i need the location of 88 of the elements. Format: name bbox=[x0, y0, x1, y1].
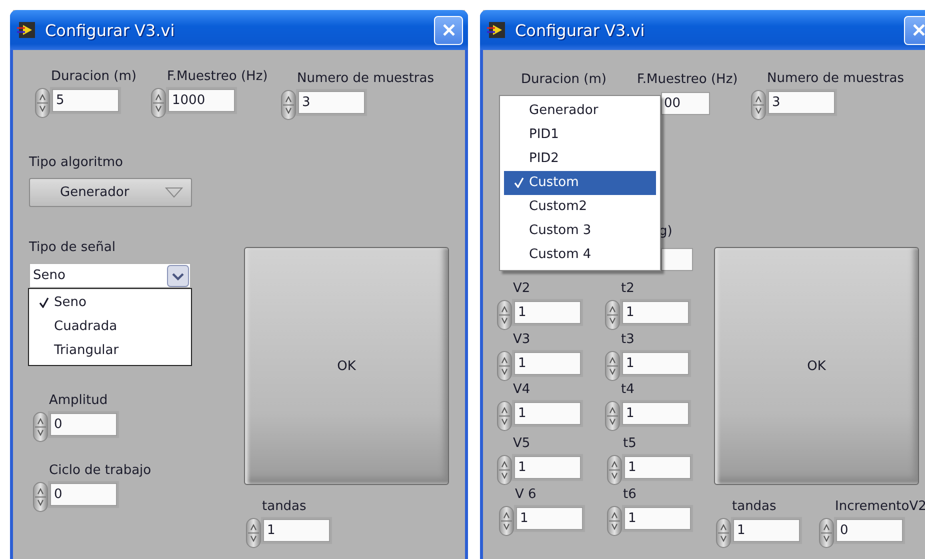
field-label: Tipo algoritmo bbox=[29, 155, 123, 171]
numeric-field[interactable]: 0 bbox=[50, 483, 117, 506]
menu-item[interactable]: Triangular bbox=[29, 339, 191, 363]
field-label: t2 bbox=[621, 281, 634, 297]
field-label: F.Muestreo (Hz) bbox=[637, 72, 738, 88]
close-icon bbox=[440, 22, 456, 38]
menu-item[interactable]: Custom 3 bbox=[504, 219, 656, 243]
field-label: Duracion (m) bbox=[51, 69, 136, 85]
field-label: Ciclo de trabajo bbox=[49, 463, 152, 479]
menu-item[interactable]: PID1 bbox=[504, 123, 656, 147]
spinner-icon[interactable] bbox=[281, 90, 296, 120]
field-label: V3 bbox=[513, 332, 530, 348]
numeric-field[interactable]: 3 bbox=[298, 91, 365, 114]
field-label: V 6 bbox=[515, 487, 536, 503]
field-label: t3 bbox=[621, 332, 634, 348]
spinner-icon[interactable] bbox=[497, 401, 512, 431]
menu-item[interactable]: Seno bbox=[29, 291, 191, 315]
field-label: V5 bbox=[513, 436, 530, 452]
spinner-icon[interactable] bbox=[497, 351, 512, 381]
spinner-icon[interactable] bbox=[605, 401, 620, 431]
field-label: Amplitud bbox=[49, 393, 108, 409]
spinner-icon[interactable] bbox=[607, 455, 622, 485]
spinner-icon[interactable] bbox=[605, 351, 620, 381]
spinner-icon[interactable] bbox=[716, 518, 731, 548]
field-label: t5 bbox=[623, 436, 636, 452]
numeric-field[interactable]: 1 bbox=[514, 352, 581, 375]
vi-icon bbox=[17, 21, 37, 39]
window-title: Configurar V3.vi bbox=[515, 20, 646, 40]
close-icon bbox=[910, 22, 925, 38]
numeric-field[interactable]: 1 bbox=[516, 507, 583, 530]
menu-item[interactable]: Custom bbox=[504, 171, 656, 195]
spinner-icon[interactable] bbox=[246, 518, 261, 548]
field-label: Duracion (m) bbox=[521, 72, 606, 88]
ok-button[interactable]: OK bbox=[714, 247, 919, 485]
numeric-field[interactable]: 5 bbox=[52, 89, 119, 112]
numeric-field[interactable]: 0 bbox=[50, 413, 117, 436]
numeric-field[interactable]: 0 bbox=[836, 519, 903, 542]
field-label: t4 bbox=[621, 382, 634, 398]
numeric-field[interactable]: 1 bbox=[514, 456, 581, 479]
ring-dropdown[interactable]: Generador bbox=[29, 178, 192, 207]
spinner-icon[interactable] bbox=[35, 88, 50, 118]
ok-button[interactable]: OK bbox=[244, 247, 449, 485]
field-label: Numero de muestras bbox=[297, 71, 434, 87]
menu-item[interactable]: Custom2 bbox=[504, 195, 656, 219]
menu-item[interactable]: PID2 bbox=[504, 147, 656, 171]
field-label: F.Muestreo (Hz) bbox=[167, 69, 268, 85]
numeric-field[interactable] bbox=[661, 248, 693, 271]
numeric-field[interactable]: 1 bbox=[622, 301, 689, 324]
spinner-icon[interactable] bbox=[607, 506, 622, 536]
field-label: Numero de muestras bbox=[767, 71, 904, 87]
field-label: Tipo de señal bbox=[29, 240, 116, 256]
spinner-icon[interactable] bbox=[605, 300, 620, 330]
menu-item[interactable]: Cuadrada bbox=[29, 315, 191, 339]
spinner-icon[interactable] bbox=[33, 482, 48, 512]
triangle-icon bbox=[165, 187, 183, 198]
spinner-icon[interactable] bbox=[151, 88, 166, 118]
window-title: Configurar V3.vi bbox=[45, 20, 176, 40]
field-label: t6 bbox=[623, 487, 636, 503]
menu-item[interactable]: Custom 4 bbox=[504, 243, 656, 267]
combo-box[interactable]: Seno bbox=[29, 263, 191, 288]
field-label: tandas bbox=[262, 499, 306, 515]
field-label: tandas bbox=[732, 499, 776, 515]
field-label: V4 bbox=[513, 382, 530, 398]
numeric-field[interactable]: 1 bbox=[622, 402, 689, 425]
numeric-field[interactable]: 1 bbox=[624, 507, 691, 530]
numeric-field[interactable]: 00 bbox=[661, 92, 710, 115]
close-button[interactable] bbox=[434, 16, 463, 44]
dropdown-icon[interactable] bbox=[167, 264, 189, 286]
spinner-icon[interactable] bbox=[33, 412, 48, 442]
field-label: IncrementoV2 bbox=[835, 499, 925, 515]
spinner-icon[interactable] bbox=[751, 90, 766, 120]
numeric-field[interactable]: 3 bbox=[768, 91, 835, 114]
spinner-icon[interactable] bbox=[499, 506, 514, 536]
vi-icon bbox=[487, 21, 507, 39]
spinner-icon[interactable] bbox=[497, 300, 512, 330]
numeric-field[interactable]: 1000 bbox=[168, 89, 235, 112]
close-button[interactable] bbox=[904, 16, 925, 44]
numeric-field[interactable]: 1 bbox=[514, 301, 581, 324]
numeric-field[interactable]: 1 bbox=[733, 519, 800, 542]
menu-item[interactable]: Generador bbox=[504, 99, 656, 123]
numeric-field[interactable]: 1 bbox=[263, 519, 330, 542]
spinner-icon[interactable] bbox=[819, 518, 834, 548]
numeric-field[interactable]: 1 bbox=[622, 352, 689, 375]
numeric-field[interactable]: 1 bbox=[514, 402, 581, 425]
spinner-icon[interactable] bbox=[497, 455, 512, 485]
check-icon bbox=[514, 176, 524, 188]
numeric-field[interactable]: 1 bbox=[624, 456, 691, 479]
field-label: V2 bbox=[513, 281, 530, 297]
